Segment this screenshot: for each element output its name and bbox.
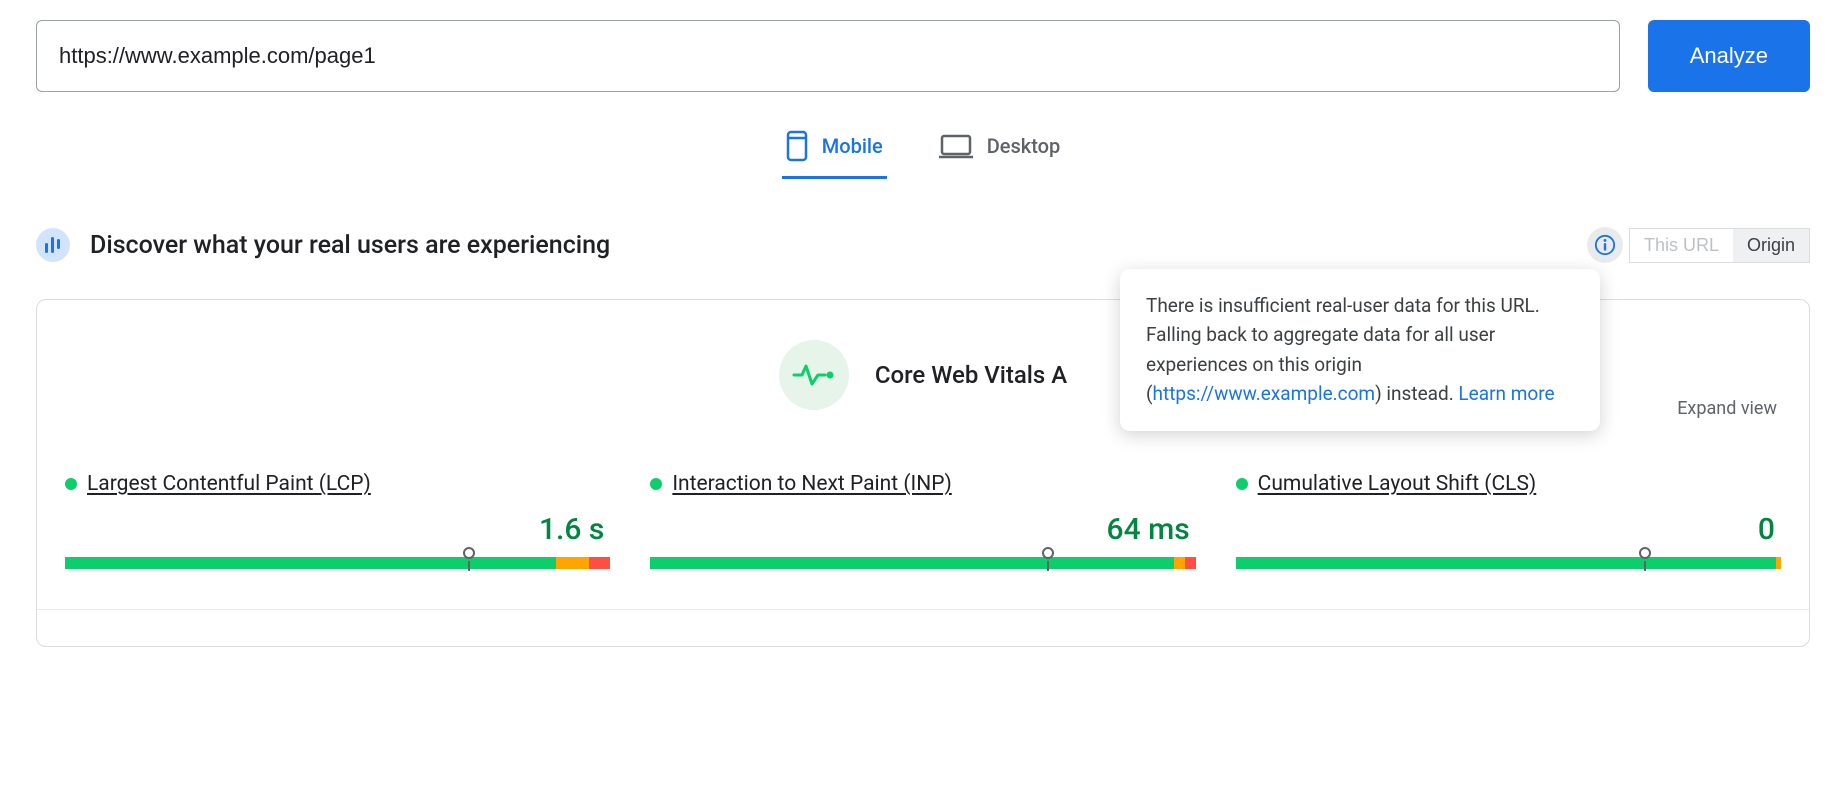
expand-view-link[interactable]: Expand view xyxy=(1677,398,1777,419)
mobile-icon xyxy=(786,130,808,162)
desktop-icon xyxy=(939,133,973,159)
tab-desktop-label: Desktop xyxy=(987,134,1061,158)
metric-inp-bar xyxy=(650,557,1195,569)
divider xyxy=(37,609,1809,610)
tooltip-text-mid: ) instead. xyxy=(1375,382,1458,405)
status-good-dot xyxy=(1236,478,1248,490)
metric-lcp-label[interactable]: Largest Contentful Paint (LCP) xyxy=(87,472,371,496)
info-icon[interactable] xyxy=(1587,227,1623,263)
metric-cls-label[interactable]: Cumulative Layout Shift (CLS) xyxy=(1258,472,1537,496)
analyze-button[interactable]: Analyze xyxy=(1648,20,1810,92)
cwv-title: Core Web Vitals A xyxy=(875,361,1067,389)
tab-desktop[interactable]: Desktop xyxy=(935,124,1065,179)
url-bar-row: Analyze xyxy=(36,20,1810,92)
scope-controls: This URL Origin There is insufficient re… xyxy=(1587,227,1810,263)
scope-toggle: This URL Origin xyxy=(1629,228,1810,263)
metric-lcp-bar xyxy=(65,557,610,569)
metric-lcp: Largest Contentful Paint (LCP) 1.6 s xyxy=(65,472,610,569)
pulse-icon xyxy=(779,340,849,410)
tab-mobile[interactable]: Mobile xyxy=(782,124,887,179)
metric-lcp-value: 1.6 s xyxy=(65,512,610,547)
scope-origin[interactable]: Origin xyxy=(1733,229,1809,262)
metric-inp: Interaction to Next Paint (INP) 64 ms xyxy=(650,472,1195,569)
insufficient-data-tooltip: There is insufficient real-user data for… xyxy=(1120,269,1600,431)
metric-cls: Cumulative Layout Shift (CLS) 0 xyxy=(1236,472,1781,569)
tooltip-origin-link[interactable]: https://www.example.com xyxy=(1153,382,1376,405)
device-tabs: Mobile Desktop xyxy=(36,124,1810,179)
tab-mobile-label: Mobile xyxy=(822,134,883,158)
section-header: Discover what your real users are experi… xyxy=(36,227,1810,263)
crux-icon xyxy=(36,228,70,262)
status-good-dot xyxy=(65,478,77,490)
metric-inp-value: 64 ms xyxy=(650,512,1195,547)
url-input[interactable] xyxy=(36,20,1620,92)
metrics-row: Largest Contentful Paint (LCP) 1.6 s Int… xyxy=(65,472,1781,569)
section-title: Discover what your real users are experi… xyxy=(90,231,610,260)
metric-cls-bar xyxy=(1236,557,1781,569)
metric-inp-label[interactable]: Interaction to Next Paint (INP) xyxy=(672,472,951,496)
metric-cls-value: 0 xyxy=(1236,512,1781,547)
status-good-dot xyxy=(650,478,662,490)
scope-this-url: This URL xyxy=(1630,229,1733,262)
tooltip-learn-more-link[interactable]: Learn more xyxy=(1458,382,1554,405)
